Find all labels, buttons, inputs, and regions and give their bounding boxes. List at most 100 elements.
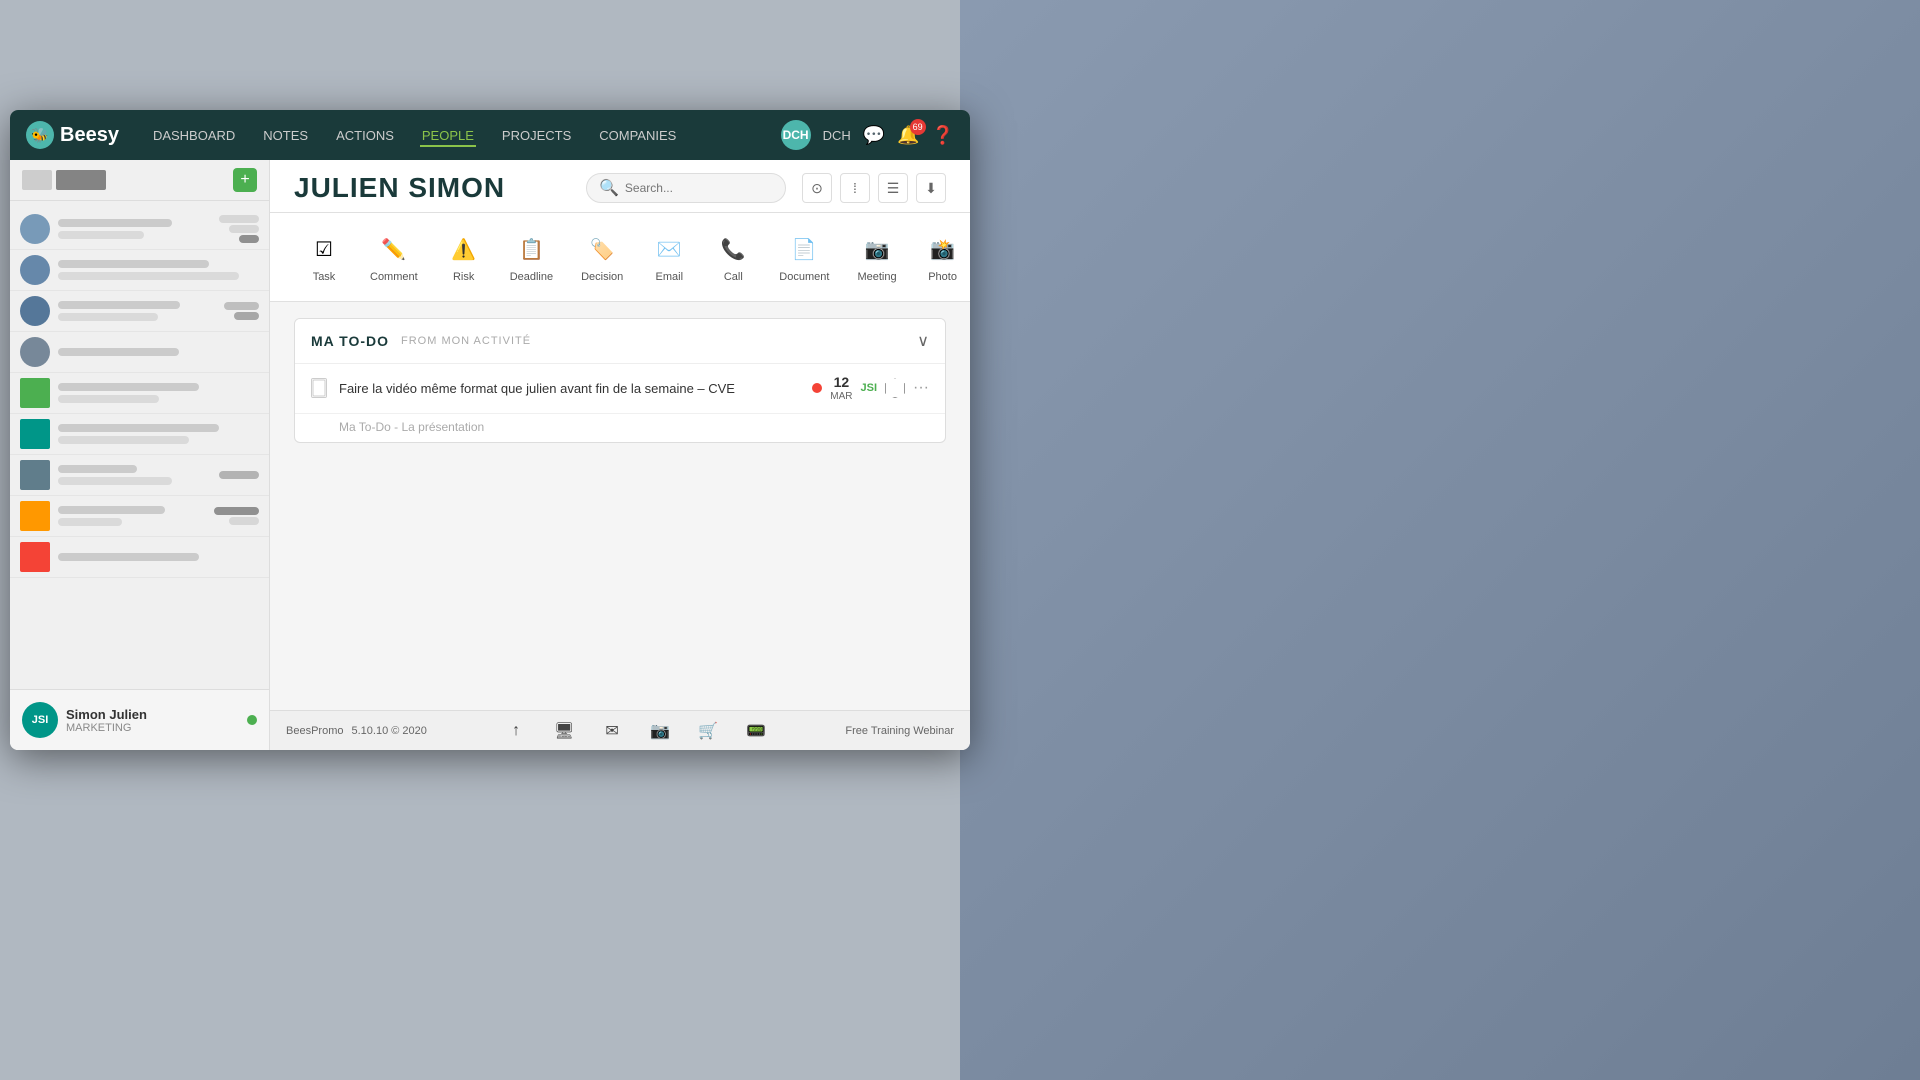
todo-hex-badge [885, 378, 905, 398]
toolbar-photo[interactable]: 📸 Photo [913, 225, 970, 289]
taskbar-icon-4[interactable]: 📷 [646, 717, 674, 745]
risk-label: Risk [453, 271, 474, 283]
notifications-btn[interactable]: 🔔 69 [897, 125, 919, 146]
toolbar-document[interactable]: 📄 Document [767, 225, 841, 289]
bottom-version: 5.10.10 © 2020 [351, 725, 426, 737]
todo-assignee: JSI [861, 382, 878, 394]
content-area: + [10, 160, 970, 750]
sidebar-item[interactable] [10, 414, 269, 455]
photo-icon: 📸 [925, 231, 961, 267]
taskbar-icon-3[interactable]: ✉ [598, 717, 626, 745]
todo-item-meta: 12 MAR JSI ··· [812, 374, 929, 403]
header-icons: ⊙ ⁞ ☰ ⬇ [802, 173, 946, 203]
nav-projects[interactable]: PROJECTS [500, 124, 573, 147]
user-dropdown[interactable]: DCH [823, 128, 851, 143]
logo-text: Beesy [60, 124, 119, 147]
sidebar-items-list [10, 201, 269, 586]
current-user-avatar: JSI [22, 702, 58, 738]
comment-icon: ✏️ [376, 231, 412, 267]
nav-notes[interactable]: NOTES [261, 124, 310, 147]
search-input[interactable] [625, 181, 773, 195]
meeting-icon: 📷 [859, 231, 895, 267]
sidebar: + [10, 160, 270, 750]
todo-item: Faire la vidéo même format que julien av… [295, 364, 945, 414]
toolbar-email[interactable]: ✉️ Email [639, 225, 699, 289]
current-user-info: Simon Julien MARKETING [66, 707, 147, 734]
search-icon: 🔍 [599, 178, 619, 198]
toolbar: ☑ Task ✏️ Comment ⚠️ Risk 📋 Deadline 🏷️ [270, 213, 970, 302]
todo-header: MA TO-DO FROM MON ACTIVITÉ ∨ [295, 319, 945, 364]
todo-title: MA TO-DO [311, 333, 389, 349]
nav-dashboard[interactable]: DASHBOARD [151, 124, 237, 147]
online-indicator [247, 715, 257, 725]
avatar[interactable]: DCH [781, 120, 811, 150]
main-area: JULIEN SIMON 🔍 ⊙ ⁞ ☰ ⬇ ☑ Task [270, 160, 970, 750]
app-logo[interactable]: 🐝 Beesy [26, 121, 119, 149]
view-icon-btn[interactable]: ⁞ [840, 173, 870, 203]
risk-icon: ⚠️ [446, 231, 482, 267]
taskbar-icon-2[interactable]: 🖥 [550, 717, 578, 745]
messages-btn[interactable]: 💬 [863, 125, 885, 146]
deadline-label: Deadline [510, 271, 553, 283]
sidebar-item[interactable] [10, 455, 269, 496]
toolbar-decision[interactable]: 🏷️ Decision [569, 225, 635, 289]
comment-label: Comment [370, 271, 418, 283]
todo-checkbox[interactable] [311, 378, 327, 398]
toolbar-call[interactable]: 📞 Call [703, 225, 763, 289]
keyboard-background [960, 0, 1920, 1080]
notification-badge: 69 [910, 119, 926, 135]
email-label: Email [656, 271, 684, 283]
sidebar-item[interactable] [10, 537, 269, 578]
sidebar-item[interactable] [10, 332, 269, 373]
taskbar-icon-6[interactable]: 📟 [742, 717, 770, 745]
photo-label: Photo [928, 271, 957, 283]
bottom-bar: BeesPromo 5.10.10 © 2020 ↑ 🖥 ✉ 📷 🛒 📟 Fre… [270, 710, 970, 750]
content-panel: MA TO-DO FROM MON ACTIVITÉ ∨ Faire la vi… [270, 302, 970, 710]
current-user-name: Simon Julien [66, 707, 147, 722]
call-icon: 📞 [715, 231, 751, 267]
add-button[interactable]: + [233, 168, 257, 192]
logo-icon: 🐝 [26, 121, 54, 149]
deadline-icon: 📋 [513, 231, 549, 267]
top-nav: 🐝 Beesy DASHBOARD NOTES ACTIONS PEOPLE P… [10, 110, 970, 160]
todo-date-month: MAR [830, 391, 852, 403]
toolbar-comment[interactable]: ✏️ Comment [358, 225, 430, 289]
download-icon-btn[interactable]: ⬇ [916, 173, 946, 203]
nav-actions[interactable]: ACTIONS [334, 124, 396, 147]
todo-subtitle: FROM MON ACTIVITÉ [401, 335, 531, 347]
email-icon: ✉️ [651, 231, 687, 267]
sidebar-item[interactable] [10, 250, 269, 291]
page-header: JULIEN SIMON 🔍 ⊙ ⁞ ☰ ⬇ [270, 160, 970, 213]
settings-icon-btn[interactable]: ☰ [878, 173, 908, 203]
todo-chevron-icon[interactable]: ∨ [917, 331, 929, 351]
document-icon: 📄 [786, 231, 822, 267]
bottom-right-text: Free Training Webinar [845, 725, 954, 737]
bottom-left-text: BeesPromo [286, 725, 343, 737]
sidebar-item[interactable] [10, 373, 269, 414]
filter-icon-btn[interactable]: ⊙ [802, 173, 832, 203]
todo-more-btn[interactable]: ··· [913, 379, 929, 397]
nav-companies[interactable]: COMPANIES [597, 124, 678, 147]
nav-people[interactable]: PEOPLE [420, 124, 476, 147]
meeting-label: Meeting [857, 271, 896, 283]
todo-date-num: 12 [834, 374, 850, 391]
current-user-role: MARKETING [66, 722, 147, 734]
taskbar-icon-5[interactable]: 🛒 [694, 717, 722, 745]
priority-dot [812, 383, 822, 393]
help-btn[interactable]: ❓ [932, 125, 954, 146]
sidebar-item[interactable] [10, 209, 269, 250]
sidebar-item[interactable] [10, 291, 269, 332]
taskbar-icon-1[interactable]: ↑ [502, 717, 530, 745]
call-label: Call [724, 271, 743, 283]
decision-icon: 🏷️ [584, 231, 620, 267]
sidebar-item[interactable] [10, 496, 269, 537]
toolbar-risk[interactable]: ⚠️ Risk [434, 225, 494, 289]
toolbar-deadline[interactable]: 📋 Deadline [498, 225, 565, 289]
todo-date: 12 MAR [830, 374, 852, 403]
toolbar-meeting[interactable]: 📷 Meeting [845, 225, 908, 289]
task-label: Task [313, 271, 336, 283]
search-bar[interactable]: 🔍 [586, 173, 786, 203]
toolbar-task[interactable]: ☑ Task [294, 225, 354, 289]
app-window: 🐝 Beesy DASHBOARD NOTES ACTIONS PEOPLE P… [10, 110, 970, 750]
task-icon: ☑ [306, 231, 342, 267]
